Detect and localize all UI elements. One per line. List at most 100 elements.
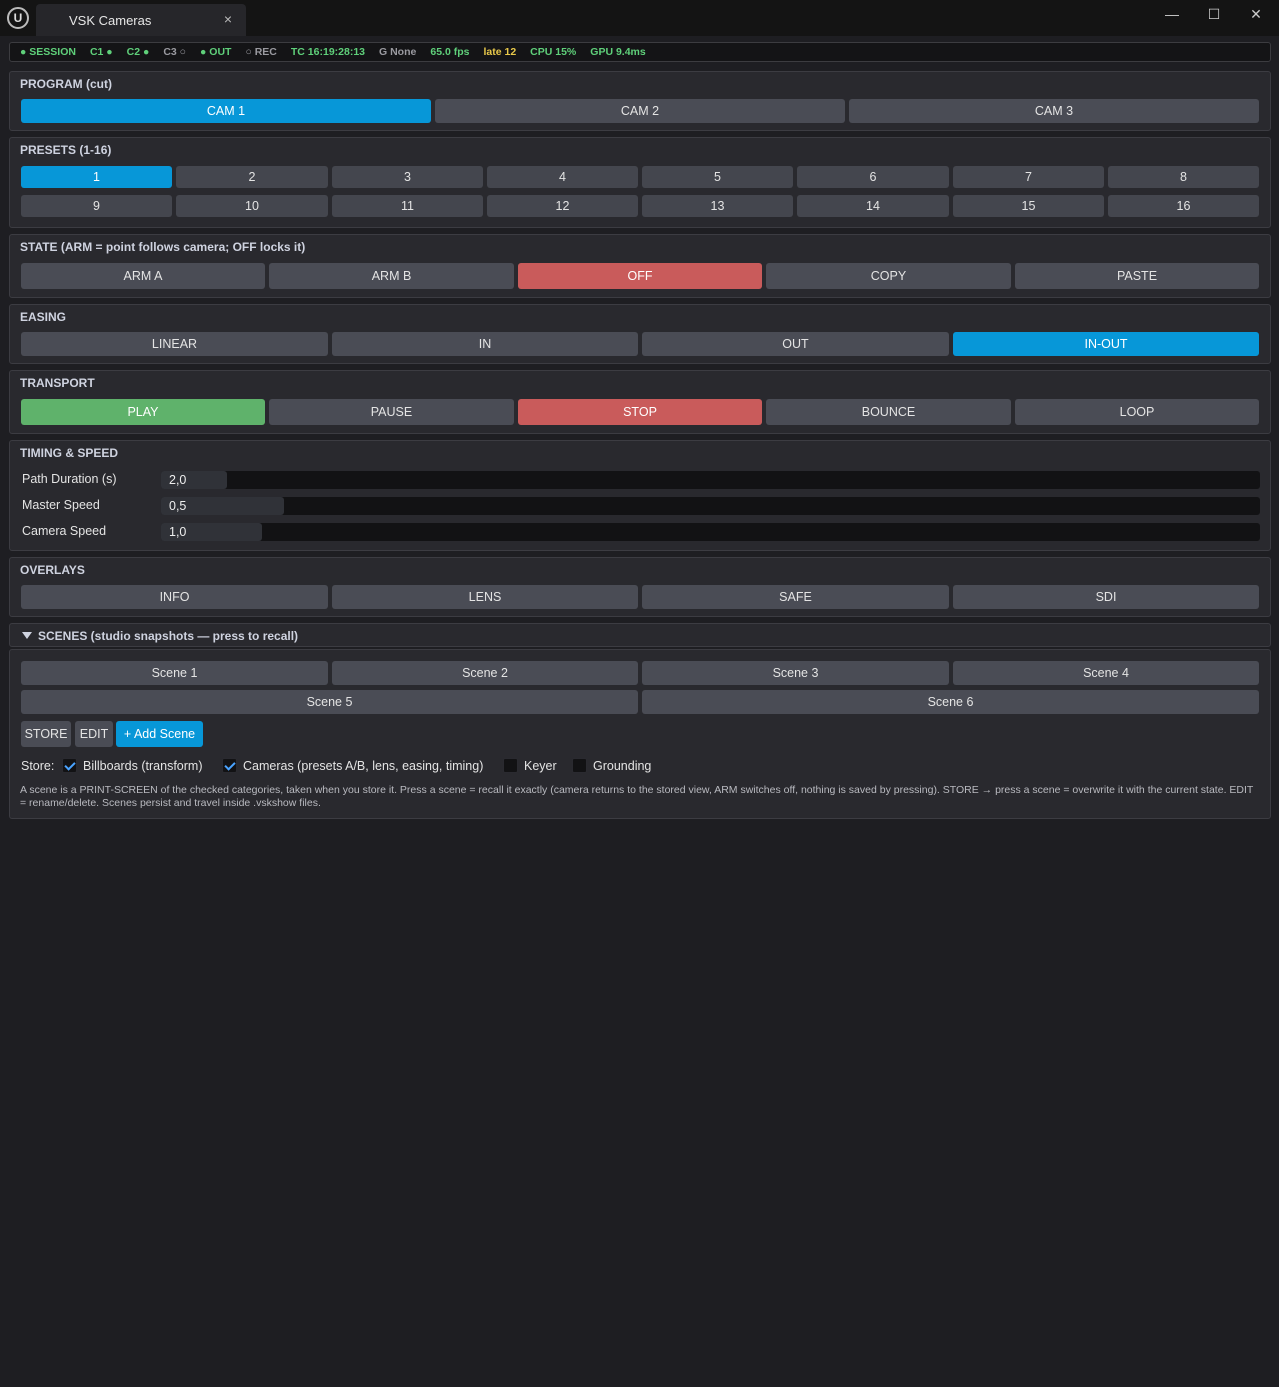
unreal-logo-icon: U [7, 7, 29, 29]
arm-b-button[interactable]: ARM B [269, 263, 514, 289]
off-button[interactable]: OFF [518, 263, 762, 289]
master-speed-value: 0,5 [169, 499, 187, 513]
scene-6-button[interactable]: Scene 6 [642, 690, 1259, 714]
program-title: PROGRAM (cut) [20, 77, 112, 91]
preset-7-button[interactable]: 7 [953, 166, 1104, 188]
arm-a-button[interactable]: ARM A [21, 263, 265, 289]
program-cam-1-button[interactable]: CAM 1 [21, 99, 431, 123]
status-item: C3 ○ [163, 46, 187, 58]
easing-in-button[interactable]: IN [332, 332, 638, 356]
status-item: TC 16:19:28:13 [290, 46, 366, 58]
preset-11-button[interactable]: 11 [332, 195, 483, 217]
easing-linear-button[interactable]: LINEAR [21, 332, 328, 356]
preset-16-button[interactable]: 16 [1108, 195, 1259, 217]
grounding-label: Grounding [593, 759, 652, 773]
maximize-icon[interactable]: ☐ [1199, 6, 1229, 26]
timing-panel: TIMING & SPEED Path Duration (s) 2,0 Mas… [9, 440, 1271, 551]
grounding-checkbox[interactable] [572, 758, 587, 773]
path-duration-value: 2,0 [169, 473, 187, 487]
add-scene-button[interactable]: + Add Scene [116, 721, 203, 747]
tab-vsk-cameras[interactable]: VSK Cameras × [36, 4, 246, 36]
preset-8-button[interactable]: 8 [1108, 166, 1259, 188]
bounce-button[interactable]: BOUNCE [766, 399, 1011, 425]
preset-15-button[interactable]: 15 [953, 195, 1104, 217]
overlays-title: OVERLAYS [20, 563, 85, 577]
status-item: late 12 [483, 46, 517, 58]
preset-10-button[interactable]: 10 [176, 195, 328, 217]
scenes-header[interactable]: SCENES (studio snapshots — press to reca… [9, 623, 1271, 647]
overlay-lens-button[interactable]: LENS [332, 585, 638, 609]
program-panel: PROGRAM (cut) CAM 1 CAM 2 CAM 3 [9, 71, 1271, 131]
collapse-triangle-icon[interactable] [22, 632, 32, 639]
scene-1-button[interactable]: Scene 1 [21, 661, 328, 685]
status-item: ● OUT [200, 46, 232, 58]
status-item: G None [379, 46, 417, 58]
status-item: CPU 15% [530, 46, 577, 58]
keyer-label: Keyer [524, 759, 557, 773]
easing-out-button[interactable]: OUT [642, 332, 949, 356]
loop-button[interactable]: LOOP [1015, 399, 1259, 425]
scene-2-button[interactable]: Scene 2 [332, 661, 638, 685]
path-duration-label: Path Duration (s) [22, 472, 117, 486]
preset-1-button[interactable]: 1 [21, 166, 172, 188]
path-duration-slider[interactable]: 2,0 [161, 471, 1260, 489]
timing-title: TIMING & SPEED [20, 446, 119, 460]
stop-button[interactable]: STOP [518, 399, 762, 425]
scene-4-button[interactable]: Scene 4 [953, 661, 1259, 685]
program-cam-3-button[interactable]: CAM 3 [849, 99, 1259, 123]
copy-button[interactable]: COPY [766, 263, 1011, 289]
paste-button[interactable]: PASTE [1015, 263, 1259, 289]
transport-panel: TRANSPORT PLAY PAUSE STOP BOUNCE LOOP [9, 370, 1271, 434]
play-button[interactable]: PLAY [21, 399, 265, 425]
transport-title: TRANSPORT [20, 376, 95, 390]
easing-title: EASING [20, 310, 67, 324]
minimize-icon[interactable]: — [1157, 6, 1187, 26]
easing-in-out-button[interactable]: IN-OUT [953, 332, 1259, 356]
preset-14-button[interactable]: 14 [797, 195, 949, 217]
main-content: ● SESSION C1 ● C2 ● C3 ○ ● OUT ○ REC TC 16:19:… [2, 36, 1277, 1387]
scene-3-button[interactable]: Scene 3 [642, 661, 949, 685]
state-title: STATE (ARM = point follows camera; OFF l… [20, 240, 306, 254]
preset-12-button[interactable]: 12 [487, 195, 638, 217]
cameras-label: Cameras (presets A/B, lens, easing, timi… [243, 759, 484, 773]
state-panel: STATE (ARM = point follows camera; OFF l… [9, 234, 1271, 298]
tab-title: VSK Cameras [69, 13, 152, 28]
preset-4-button[interactable]: 4 [487, 166, 638, 188]
scene-5-button[interactable]: Scene 5 [21, 690, 638, 714]
status-item: C1 ● [89, 46, 113, 58]
billboards-checkbox[interactable] [62, 758, 77, 773]
scenes-info-text: A scene is a PRINT-SCREEN of the checked… [20, 784, 1254, 809]
keyer-checkbox[interactable] [503, 758, 518, 773]
camera-speed-value: 1,0 [169, 525, 187, 539]
preset-6-button[interactable]: 6 [797, 166, 949, 188]
preset-13-button[interactable]: 13 [642, 195, 793, 217]
pause-button[interactable]: PAUSE [269, 399, 514, 425]
store-prefix-label: Store: [21, 759, 55, 773]
tab-close-icon[interactable]: × [224, 11, 232, 27]
preset-9-button[interactable]: 9 [21, 195, 172, 217]
edit-button[interactable]: EDIT [75, 721, 113, 747]
program-cam-2-button[interactable]: CAM 2 [435, 99, 845, 123]
camera-speed-slider[interactable]: 1,0 [161, 523, 1260, 541]
overlay-sdi-button[interactable]: SDI [953, 585, 1259, 609]
title-bar: U VSK Cameras × — ☐ ✕ [0, 0, 1279, 36]
store-button[interactable]: STORE [21, 721, 71, 747]
preset-2-button[interactable]: 2 [176, 166, 328, 188]
easing-panel: EASING LINEAR IN OUT IN-OUT [9, 304, 1271, 364]
overlays-panel: OVERLAYS INFO LENS SAFE SDI [9, 557, 1271, 617]
camera-speed-label: Camera Speed [22, 524, 107, 538]
master-speed-label: Master Speed [22, 498, 100, 512]
master-speed-slider[interactable]: 0,5 [161, 497, 1260, 515]
preset-3-button[interactable]: 3 [332, 166, 483, 188]
status-item: 65.0 fps [430, 46, 470, 58]
status-item: C2 ● [126, 46, 150, 58]
close-window-icon[interactable]: ✕ [1241, 6, 1271, 26]
overlay-safe-button[interactable]: SAFE [642, 585, 949, 609]
preset-5-button[interactable]: 5 [642, 166, 793, 188]
scenes-panel: Scene 1 Scene 2 Scene 3 Scene 4 Scene 5 … [9, 649, 1271, 819]
status-item: GPU 9.4ms [590, 46, 646, 58]
cameras-checkbox[interactable] [222, 758, 237, 773]
presets-title: PRESETS (1-16) [20, 143, 112, 157]
overlay-info-button[interactable]: INFO [21, 585, 328, 609]
presets-panel: PRESETS (1-16) 1 2 3 4 5 6 7 8 9 10 11 12 13 14 15 16 [9, 137, 1271, 228]
